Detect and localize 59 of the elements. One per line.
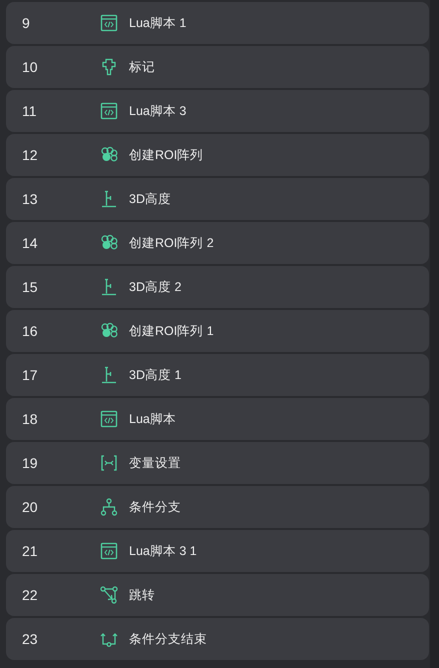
step-number: 10 xyxy=(22,59,39,75)
step-label: Lua脚本 xyxy=(129,410,176,428)
step-number: 16 xyxy=(22,323,39,339)
step-number: 12 xyxy=(22,147,39,163)
height-gauge-icon xyxy=(100,366,118,384)
step-row[interactable]: 10 标记 xyxy=(6,46,429,88)
script-window-icon xyxy=(100,102,118,120)
height-gauge-icon xyxy=(100,190,118,208)
step-row[interactable]: 17 3D高度 1 xyxy=(6,354,429,396)
step-label: Lua脚本 3 xyxy=(129,102,186,120)
step-label: 创建ROI阵列 1 xyxy=(129,322,214,340)
step-row[interactable]: 13 3D高度 xyxy=(6,178,429,220)
step-number: 9 xyxy=(22,15,31,31)
step-row[interactable]: 14 创建ROI阵列 2 xyxy=(6,222,429,264)
step-label: 变量设置 xyxy=(129,454,181,472)
script-window-icon xyxy=(100,410,118,428)
pin-icon xyxy=(100,58,118,76)
step-row[interactable]: 19 变量设置 xyxy=(6,442,429,484)
step-row[interactable]: 9 Lua脚本 1 xyxy=(6,2,429,44)
step-number: 20 xyxy=(22,499,39,515)
step-row[interactable]: 22 跳转 xyxy=(6,574,429,616)
step-number: 22 xyxy=(22,587,39,603)
step-number: 15 xyxy=(22,279,39,295)
jump-nodes-icon xyxy=(100,586,118,604)
step-row[interactable]: 18 Lua脚本 xyxy=(6,398,429,440)
variable-bracket-icon xyxy=(100,454,118,472)
step-number: 11 xyxy=(22,103,38,119)
step-label: Lua脚本 1 xyxy=(129,14,186,32)
step-row[interactable]: 16 创建ROI阵列 1 xyxy=(6,310,429,352)
step-label: 3D高度 2 xyxy=(129,278,182,296)
step-number: 18 xyxy=(22,411,39,427)
step-label: 3D高度 xyxy=(129,190,171,208)
step-number: 17 xyxy=(22,367,39,383)
step-label: 跳转 xyxy=(129,586,155,604)
script-window-icon xyxy=(100,14,118,32)
grid-cluster-icon xyxy=(100,146,118,164)
step-row[interactable]: 15 3D高度 2 xyxy=(6,266,429,308)
step-number: 23 xyxy=(22,631,39,647)
step-number: 13 xyxy=(22,191,39,207)
step-label: Lua脚本 3 1 xyxy=(129,542,197,560)
branch-nodes-icon xyxy=(100,498,118,516)
step-row[interactable]: 11 Lua脚本 3 xyxy=(6,90,429,132)
step-label: 3D高度 1 xyxy=(129,366,182,384)
grid-cluster-icon xyxy=(100,234,118,252)
step-row[interactable]: 12 创建ROI阵列 xyxy=(6,134,429,176)
step-row[interactable]: 23 条件分支结束 xyxy=(6,618,429,660)
grid-cluster-icon xyxy=(100,322,118,340)
script-window-icon xyxy=(100,542,118,560)
step-number: 19 xyxy=(22,455,39,471)
step-label: 条件分支 xyxy=(129,498,181,516)
step-number: 14 xyxy=(22,235,39,251)
step-row[interactable]: 21 Lua脚本 3 1 xyxy=(6,530,429,572)
step-number: 21 xyxy=(22,543,39,559)
step-label: 创建ROI阵列 2 xyxy=(129,234,214,252)
step-label: 创建ROI阵列 xyxy=(129,146,204,164)
height-gauge-icon xyxy=(100,278,118,296)
step-row[interactable]: 20 条件分支 xyxy=(6,486,429,528)
step-label: 标记 xyxy=(129,58,155,76)
step-label: 条件分支结束 xyxy=(129,630,207,648)
